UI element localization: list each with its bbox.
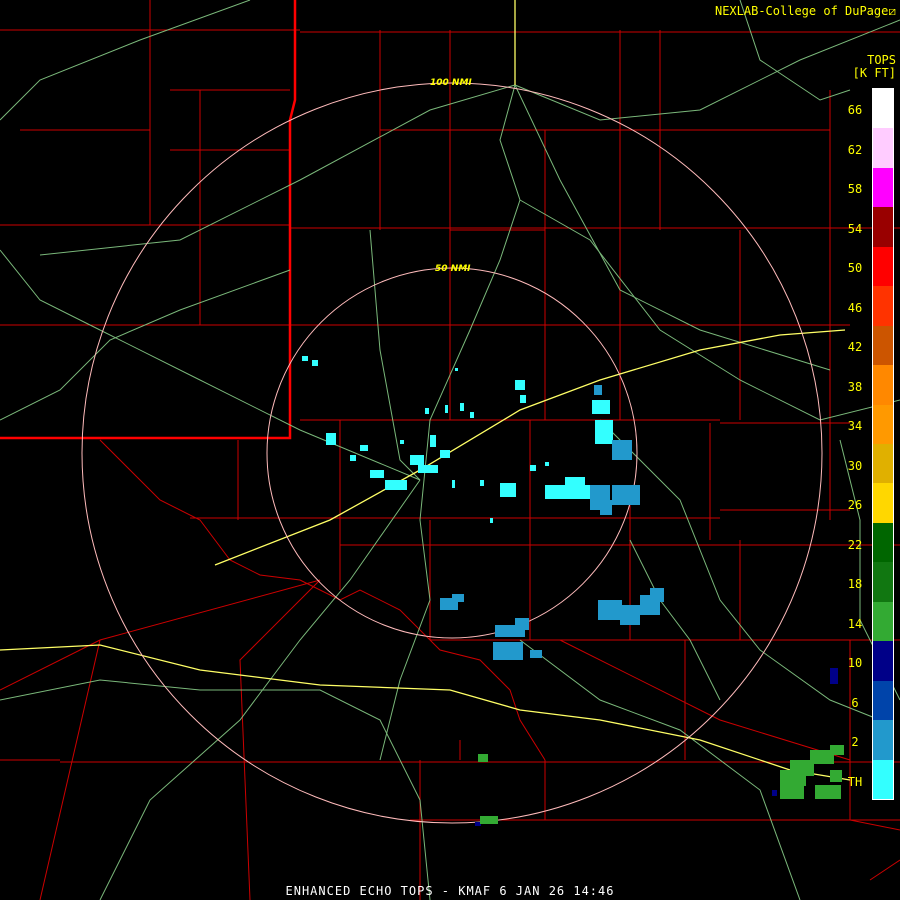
legend-label: 26 xyxy=(847,498,863,512)
legend-swatch xyxy=(873,167,893,208)
legend-label: 30 xyxy=(847,458,863,473)
legend-color-bar xyxy=(872,88,894,800)
legend-label: 34 xyxy=(847,419,863,433)
credit-text: NEXLAB-College of DuPage xyxy=(714,4,889,18)
legend-label: 6 xyxy=(851,695,859,710)
legend-title: TOPS [K FT] xyxy=(853,54,896,80)
legend-label: 62 xyxy=(847,142,863,157)
legend-swatch xyxy=(873,207,893,248)
echo-returns xyxy=(302,356,844,826)
legend-label: 46 xyxy=(847,300,863,315)
legend-swatch xyxy=(873,641,893,682)
legend-swatch xyxy=(873,286,893,327)
legend-label: TH xyxy=(847,774,863,789)
legend-swatch xyxy=(873,483,893,524)
legend-label: 58 xyxy=(847,182,863,196)
legend-label: 38 xyxy=(847,379,863,394)
legend-title-line1: TOPS xyxy=(867,53,896,67)
legend-label: 22 xyxy=(847,537,863,552)
legend-label: 54 xyxy=(847,221,863,236)
legend-title-line2: [K FT] xyxy=(852,66,896,80)
legend-swatch xyxy=(873,522,893,563)
legend-swatch xyxy=(873,444,893,484)
legend-swatch xyxy=(873,365,893,406)
legend-label: 2 xyxy=(851,735,859,749)
radar-map[interactable]: 100 NMI 50 NMI xyxy=(0,0,900,900)
range-rings xyxy=(81,82,823,824)
legend-swatch xyxy=(873,128,893,169)
legend-label: 14 xyxy=(847,616,863,631)
inner-ring-label: 50 NMI xyxy=(435,264,471,274)
legend-swatch xyxy=(873,720,893,761)
legend-swatch xyxy=(873,759,893,800)
interstate-highways xyxy=(0,0,851,781)
nexlab-credit: NEXLAB-College of DuPage⧄ xyxy=(715,4,896,19)
legend-swatch xyxy=(873,404,893,445)
external-link-icon: ⧄ xyxy=(888,4,896,18)
product-footer: ENHANCED ECHO TOPS - KMAF 6 JAN 26 14:46 xyxy=(285,884,615,898)
legend-swatch xyxy=(873,89,893,129)
legend-label: 66 xyxy=(847,103,863,117)
legend-label: 50 xyxy=(847,261,863,275)
state-boundary xyxy=(0,0,297,440)
legend-swatch xyxy=(873,325,893,366)
legend-swatch xyxy=(873,680,893,721)
legend-swatch xyxy=(873,601,893,642)
legend-label: 42 xyxy=(847,340,863,354)
legend-label: 18 xyxy=(847,577,863,591)
outer-ring-label: 100 NMI xyxy=(430,78,472,88)
legend-swatch xyxy=(873,562,893,603)
legend-swatch xyxy=(873,246,893,287)
legend-label: 10 xyxy=(847,656,863,670)
